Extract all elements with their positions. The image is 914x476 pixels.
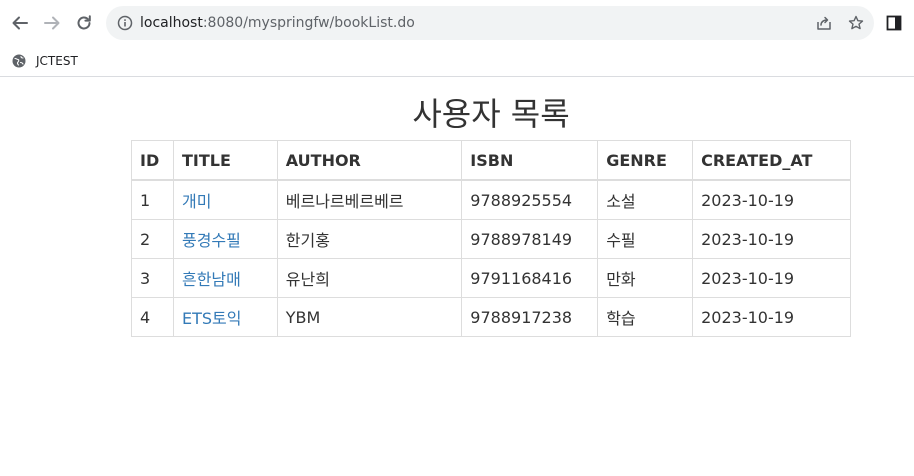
cell-id: 3	[131, 258, 174, 298]
cell-author: YBM	[276, 297, 463, 337]
cell-genre: 학습	[597, 297, 694, 337]
globe-icon	[12, 54, 26, 68]
arrow-right-icon	[44, 16, 60, 30]
cell-isbn: 9791168416	[461, 258, 599, 298]
bookmark-label: JCTEST	[36, 54, 78, 68]
bookmark-star-button[interactable]	[847, 14, 865, 32]
book-title-link[interactable]: 풍경수필	[182, 231, 241, 250]
cell-author: 한기홍	[276, 219, 463, 259]
column-header-author: AUTHOR	[276, 140, 463, 181]
cell-title: 흔한남매	[172, 258, 278, 298]
cell-genre: 소설	[597, 179, 694, 220]
reload-icon	[77, 15, 91, 30]
forward-button[interactable]	[39, 10, 65, 36]
star-icon	[848, 15, 864, 30]
table-header-row: ID TITLE AUTHOR ISBN GENRE CREATED_AT	[131, 140, 851, 181]
cell-created-at: 2023-10-19	[692, 179, 851, 220]
cell-genre: 수필	[597, 219, 694, 259]
cell-isbn: 9788917238	[461, 297, 599, 337]
back-button[interactable]	[7, 10, 33, 36]
cell-author: 베르나르베르베르	[276, 179, 463, 220]
url-text[interactable]: localhost:8080/myspringfw/bookList.do	[140, 15, 415, 31]
cell-genre: 만화	[597, 258, 694, 298]
bookmarks-bar: JCTEST	[0, 46, 914, 77]
column-header-id: ID	[131, 140, 174, 181]
bookmark-jctest[interactable]: JCTEST	[12, 51, 78, 71]
address-bar[interactable]: localhost:8080/myspringfw/bookList.do	[106, 6, 874, 40]
info-icon	[117, 15, 133, 31]
cell-id: 1	[131, 179, 174, 220]
book-table: ID TITLE AUTHOR ISBN GENRE CREATED_AT 1 …	[131, 140, 851, 337]
site-info-button[interactable]	[116, 14, 134, 32]
cell-title: ETS토익	[172, 297, 278, 337]
cell-id: 2	[131, 219, 174, 259]
arrow-left-icon	[12, 16, 28, 30]
book-title-link[interactable]: 흔한남매	[182, 270, 241, 289]
column-header-created-at: CREATED_AT	[692, 140, 851, 181]
column-header-isbn: ISBN	[461, 140, 599, 181]
table-row: 1 개미 베르나르베르베르 9788925554 소설 2023-10-19	[131, 179, 851, 220]
cell-title: 개미	[172, 179, 278, 220]
share-button[interactable]	[815, 14, 833, 32]
cell-isbn: 9788925554	[461, 179, 599, 220]
browser-toolbar: localhost:8080/myspringfw/bookList.do	[0, 0, 914, 46]
reload-button[interactable]	[71, 10, 97, 36]
cell-created-at: 2023-10-19	[692, 219, 851, 259]
side-panel-icon	[886, 15, 902, 31]
url-path: :8080/myspringfw/bookList.do	[202, 15, 415, 31]
cell-id: 4	[131, 297, 174, 337]
cell-author: 유난희	[276, 258, 463, 298]
table-row: 4 ETS토익 YBM 9788917238 학습 2023-10-19	[131, 297, 851, 337]
cell-isbn: 9788978149	[461, 219, 599, 259]
share-icon	[817, 16, 831, 30]
column-header-title: TITLE	[172, 140, 278, 181]
cell-title: 풍경수필	[172, 219, 278, 259]
page-content: 사용자 목록 ID TITLE AUTHOR ISBN GENRE CREATE…	[0, 77, 914, 476]
table-row: 3 흔한남매 유난희 9791168416 만화 2023-10-19	[131, 258, 851, 298]
cell-created-at: 2023-10-19	[692, 297, 851, 337]
url-host: localhost	[140, 15, 203, 31]
cell-created-at: 2023-10-19	[692, 258, 851, 298]
column-header-genre: GENRE	[597, 140, 694, 181]
book-title-link[interactable]: ETS토익	[182, 309, 241, 328]
table-row: 2 풍경수필 한기홍 9788978149 수필 2023-10-19	[131, 219, 851, 259]
side-panel-button[interactable]	[884, 13, 904, 33]
page-title: 사용자 목록	[412, 95, 570, 133]
book-title-link[interactable]: 개미	[182, 192, 211, 211]
